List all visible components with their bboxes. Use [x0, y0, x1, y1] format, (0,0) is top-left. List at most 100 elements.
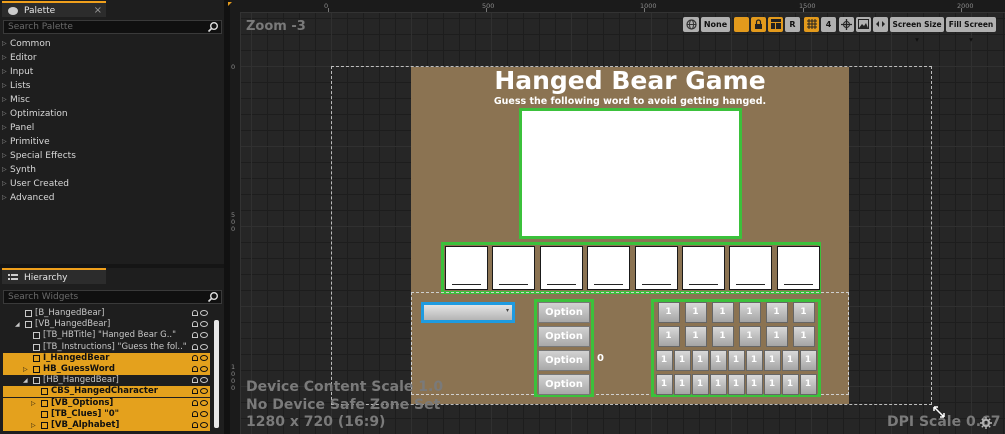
palette-search-input[interactable]: Search Palette [3, 20, 222, 34]
palette-category-item[interactable]: Advanced [0, 191, 54, 205]
palette-category-item[interactable]: Lists [0, 79, 30, 93]
search-icon[interactable] [207, 21, 219, 33]
alphabet-letter-button[interactable]: 1 [792, 302, 815, 323]
hierarchy-row[interactable]: [TB_Clues] "0" [3, 408, 210, 420]
alphabet-letter-button[interactable]: 1 [745, 350, 763, 371]
fill-screen-dropdown[interactable]: Fill Screen ▾ [946, 17, 996, 44]
palette-category-item[interactable]: Primitive [0, 135, 50, 149]
hierarchy-search-input[interactable]: Search Widgets [3, 290, 222, 304]
alphabet-letter-button[interactable]: 1 [709, 374, 727, 395]
eye-icon[interactable] [200, 422, 208, 428]
eye-icon[interactable] [200, 410, 208, 417]
alphabet-letter-button[interactable]: 1 [657, 302, 680, 323]
lock-icon[interactable] [192, 410, 198, 417]
eye-icon[interactable] [200, 388, 208, 395]
palette-category-item[interactable]: Editor [0, 51, 37, 65]
grid-size-dropdown[interactable]: 4 [821, 17, 836, 32]
background-preview-button[interactable] [856, 17, 871, 32]
culture-dropdown[interactable]: None [701, 17, 730, 32]
palette-category-item[interactable]: Misc [0, 93, 30, 107]
hanged-character-combobox[interactable]: ▾ [421, 302, 515, 323]
grid-snap-toggle[interactable] [804, 17, 819, 32]
alphabet-letter-button[interactable]: 1 [673, 350, 691, 371]
alphabet-letter-button[interactable]: 1 [709, 350, 727, 371]
outline-toggle-button[interactable] [768, 17, 783, 32]
lock-icon[interactable] [192, 377, 198, 384]
lock-icon[interactable] [192, 343, 198, 350]
hierarchy-scrollbar[interactable] [214, 320, 219, 428]
hierarchy-row[interactable]: [TB_Instructions] "Guess the fol.." [3, 342, 210, 353]
search-icon[interactable] [207, 291, 219, 303]
expander-icon[interactable]: ◢ [23, 375, 28, 386]
lock-icon[interactable] [192, 310, 198, 316]
alphabet-letter-button[interactable]: 1 [691, 374, 709, 395]
eye-icon[interactable] [200, 343, 208, 350]
tab-hierarchy[interactable]: Hierarchy [2, 268, 106, 284]
tab-palette[interactable]: Palette × [2, 1, 106, 17]
palette-category-item[interactable]: User Created [0, 177, 69, 191]
expander-icon[interactable]: ◢ [15, 319, 20, 330]
eye-icon[interactable] [200, 310, 208, 316]
eye-icon[interactable] [200, 354, 208, 361]
transform-mode-button[interactable] [839, 17, 854, 32]
alphabet-letter-button[interactable]: 1 [684, 326, 707, 347]
lock-icon[interactable] [192, 388, 198, 395]
option-button[interactable]: Option [538, 326, 590, 347]
hierarchy-row[interactable]: I_HangedBear [3, 352, 210, 364]
expander-icon[interactable]: ▷ [31, 398, 36, 409]
alphabet-letter-button[interactable]: 1 [765, 326, 788, 347]
alphabet-letter-button[interactable]: 1 [781, 374, 799, 395]
lock-icon[interactable] [192, 332, 198, 339]
palette-category-item[interactable]: Panel [0, 121, 34, 135]
alphabet-letter-button[interactable]: 1 [763, 374, 781, 395]
lock-icon[interactable] [192, 399, 198, 406]
alphabet-letter-button[interactable]: 1 [691, 350, 709, 371]
eye-icon[interactable] [200, 377, 208, 384]
dpi-settings-gear-icon[interactable] [980, 417, 992, 429]
localization-globe-button[interactable] [683, 17, 699, 32]
lock-icon[interactable] [192, 321, 198, 328]
lock-icon[interactable] [192, 422, 198, 428]
hierarchy-row[interactable]: [TB_HBTitle] "Hanged Bear G.." [3, 330, 210, 341]
alphabet-letter-button[interactable]: 1 [792, 326, 815, 347]
alphabet-letter-button[interactable]: 1 [657, 326, 680, 347]
alphabet-letter-button[interactable]: 1 [684, 302, 707, 323]
eye-icon[interactable] [200, 332, 208, 339]
alphabet-letter-button[interactable]: 1 [727, 374, 745, 395]
palette-category-item[interactable]: Special Effects [0, 149, 76, 163]
lock-toggle-button[interactable] [751, 17, 766, 32]
palette-category-item[interactable]: Optimization [0, 107, 68, 121]
palette-category-item[interactable]: Synth [0, 163, 36, 177]
respect-locks-button[interactable]: R [785, 17, 800, 32]
alphabet-letter-button[interactable]: 1 [745, 374, 763, 395]
alphabet-letter-button[interactable]: 1 [711, 326, 734, 347]
alphabet-letter-button[interactable]: 1 [727, 350, 745, 371]
alphabet-letter-button[interactable]: 1 [765, 302, 788, 323]
alphabet-letter-button[interactable]: 1 [763, 350, 781, 371]
alphabet-letter-button[interactable]: 1 [738, 326, 761, 347]
hierarchy-row[interactable]: ▷ [VB_Options] [3, 397, 210, 409]
eye-icon[interactable] [200, 321, 208, 328]
hierarchy-row[interactable]: [B_HangedBear] [3, 308, 210, 319]
hanged-bear-image[interactable] [519, 108, 742, 239]
alphabet-letter-button[interactable]: 1 [711, 302, 734, 323]
alphabet-letter-button[interactable]: 1 [738, 302, 761, 323]
screen-size-dropdown[interactable]: Screen Size ▾ [890, 17, 944, 44]
alphabet-letter-button[interactable]: 1 [781, 350, 799, 371]
alphabet-letter-button[interactable]: 1 [673, 374, 691, 395]
hierarchy-row[interactable]: ▷ [VB_Alphabet] [3, 420, 210, 431]
expander-icon[interactable]: ▷ [23, 364, 28, 375]
expander-icon[interactable]: ▷ [31, 420, 36, 431]
alphabet-letter-button[interactable]: 1 [655, 350, 673, 371]
eye-icon[interactable] [200, 399, 208, 406]
resize-handle-icon[interactable] [933, 406, 945, 418]
alphabet-letter-button[interactable]: 1 [799, 350, 817, 371]
option-button[interactable]: Option [538, 374, 590, 395]
hierarchy-row[interactable]: CBS_HangedCharacter [3, 386, 210, 398]
palette-category-item[interactable]: Input [0, 65, 33, 79]
lock-icon[interactable] [192, 354, 198, 361]
lock-icon[interactable] [192, 366, 198, 372]
eye-icon[interactable] [200, 366, 208, 372]
flip-button[interactable] [873, 17, 888, 32]
option-button[interactable]: Option [538, 302, 590, 323]
